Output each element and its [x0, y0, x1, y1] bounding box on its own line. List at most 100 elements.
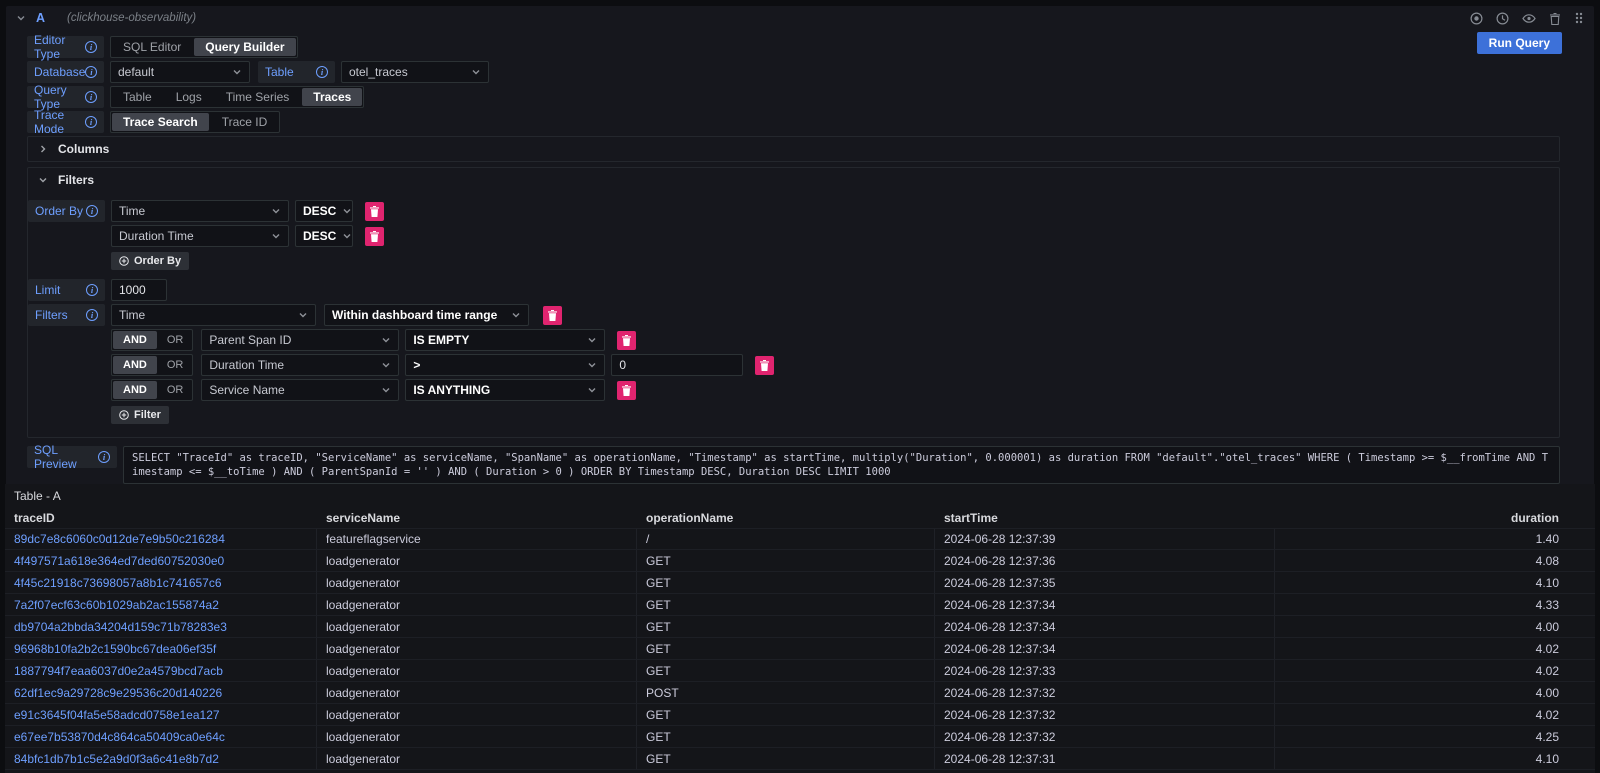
duration-cell: 4.10 — [1275, 572, 1595, 593]
filters-section-header[interactable]: Filters — [28, 168, 1559, 192]
service-name-cell: loadgenerator — [317, 638, 637, 659]
filter-operator-select[interactable]: Within dashboard time range — [324, 304, 529, 326]
trace-id-link[interactable]: e67ee7b53870d4c864ca50409ca0e64c — [14, 730, 225, 744]
trace-id-link[interactable]: 62df1ec9a29728c9e29536c20d140226 — [14, 686, 222, 700]
trace-mode-segmented: Trace SearchTrace ID — [110, 111, 280, 133]
info-icon[interactable]: i — [98, 451, 110, 463]
or-option[interactable]: OR — [158, 355, 193, 375]
collapse-chevron-icon[interactable] — [16, 13, 26, 23]
segment-option[interactable]: Time Series — [214, 87, 302, 107]
query-editor-panel: A (clickhouse-observability) Run Query E… — [6, 6, 1594, 536]
and-option[interactable]: AND — [113, 356, 157, 374]
column-header-duration[interactable]: duration — [1275, 508, 1595, 528]
order-by-field-select[interactable]: Duration Time — [111, 225, 289, 247]
filter-field-select[interactable]: Time — [111, 304, 316, 326]
query-ref-id: A — [36, 11, 45, 25]
order-by-direction-select[interactable]: DESC — [295, 200, 353, 222]
database-select[interactable]: default — [110, 61, 250, 83]
table-body: 89dc7e8c6060c0d12de7e9b50c216284 feature… — [5, 528, 1595, 770]
trace-id-link[interactable]: 4f45c21918c73698057a8b1c741657c6 — [14, 576, 222, 590]
delete-filter-button[interactable] — [543, 306, 562, 325]
condition-field-select[interactable]: Service Name — [201, 379, 399, 401]
chevron-down-icon — [471, 67, 481, 77]
info-icon[interactable]: i — [316, 66, 328, 78]
info-icon[interactable]: i — [85, 66, 97, 78]
trace-id-link[interactable]: 1887794f7eaa6037d0e2a4579bcd7acb — [14, 664, 223, 678]
chevron-down-icon — [381, 335, 391, 345]
trace-id-link[interactable]: 89dc7e8c6060c0d12de7e9b50c216284 — [14, 532, 225, 546]
column-header-startTime[interactable]: startTime — [935, 508, 1275, 528]
and-or-toggle[interactable]: AND OR — [111, 329, 193, 351]
trace-id-cell: 96968b10fa2b2c1590bc67dea06ef35f — [5, 638, 317, 659]
condition-operator-select[interactable]: IS ANYTHING — [405, 379, 605, 401]
trace-id-link[interactable]: 96968b10fa2b2c1590bc67dea06ef35f — [14, 642, 216, 656]
order-by-direction-select[interactable]: DESC — [295, 225, 353, 247]
segment-option[interactable]: Trace Search — [112, 113, 209, 131]
condition-operator-select[interactable]: > — [405, 354, 605, 376]
trace-id-link[interactable]: 7a2f07ecf63c60b1029ab2ac155874a2 — [14, 598, 219, 612]
condition-field-select[interactable]: Parent Span ID — [201, 329, 399, 351]
column-header-serviceName[interactable]: serviceName — [317, 508, 637, 528]
delete-order-by-button[interactable] — [365, 202, 384, 221]
segment-option[interactable]: Query Builder — [194, 38, 295, 56]
and-or-toggle[interactable]: AND OR — [111, 379, 193, 401]
start-time-cell: 2024-06-28 12:37:35 — [935, 572, 1275, 593]
start-time-cell: 2024-06-28 12:37:31 — [935, 748, 1275, 769]
segment-option[interactable]: Logs — [164, 87, 214, 107]
columns-section-header[interactable]: Columns — [28, 137, 1559, 161]
operation-name-cell: GET — [637, 704, 935, 725]
info-icon[interactable]: i — [85, 91, 97, 103]
info-icon[interactable]: i — [86, 284, 98, 296]
and-option[interactable]: AND — [113, 331, 157, 349]
info-icon[interactable]: i — [86, 309, 98, 321]
info-icon[interactable]: i — [85, 41, 97, 53]
add-filter-button[interactable]: Filter — [111, 406, 169, 424]
add-order-by-button[interactable]: Order By — [111, 252, 189, 270]
service-name-cell: loadgenerator — [317, 704, 637, 725]
trace-id-link[interactable]: 4f497571a618e364ed7ded60752030e0 — [14, 554, 224, 568]
table-label: Tablei — [258, 61, 335, 83]
filters-time-row: Filtersi Time Within dashboard time rang… — [28, 304, 1559, 326]
delete-order-by-button[interactable] — [365, 227, 384, 246]
segment-option[interactable]: SQL Editor — [111, 37, 193, 57]
or-option[interactable]: OR — [158, 380, 193, 400]
info-icon[interactable]: i — [85, 116, 97, 128]
trace-id-link[interactable]: e91c3645f04fa5e58adcd0758e1ea127 — [14, 708, 220, 722]
table-row: e91c3645f04fa5e58adcd0758e1ea127 loadgen… — [5, 704, 1595, 726]
column-header-traceID[interactable]: traceID — [5, 508, 317, 528]
filter-condition-row: AND OR Service Name IS ANYTHING — [111, 379, 1559, 401]
condition-operator-select[interactable]: IS EMPTY — [405, 329, 605, 351]
condition-field-select[interactable]: Duration Time — [201, 354, 399, 376]
trace-id-link[interactable]: 84bfc1db7b1c5e2a9d0f3a6c41e8b7d2 — [14, 752, 219, 766]
query-row-header[interactable]: A (clickhouse-observability) — [6, 6, 1594, 30]
table-select[interactable]: otel_traces — [341, 61, 489, 83]
limit-input[interactable] — [111, 279, 167, 301]
trash-icon[interactable] — [1549, 12, 1561, 25]
and-option[interactable]: AND — [113, 381, 157, 399]
segment-option[interactable]: Trace ID — [210, 112, 280, 132]
order-by-field-select[interactable]: Time — [111, 200, 289, 222]
drag-handle-icon[interactable] — [1574, 11, 1584, 25]
info-icon[interactable]: i — [86, 205, 98, 217]
condition-value-input[interactable] — [611, 354, 743, 376]
table-row: e67ee7b53870d4c864ca50409ca0e64c loadgen… — [5, 726, 1595, 748]
eye-icon[interactable] — [1522, 12, 1536, 25]
columns-section: Columns — [27, 136, 1560, 162]
circle-record-icon[interactable] — [1470, 12, 1483, 25]
database-label: Databasei — [27, 61, 104, 83]
segment-option[interactable]: Traces — [302, 88, 362, 106]
chevron-down-icon — [511, 310, 521, 320]
or-option[interactable]: OR — [158, 330, 193, 350]
run-query-button[interactable]: Run Query — [1477, 32, 1562, 54]
segment-option[interactable]: Table — [111, 87, 164, 107]
column-header-operationName[interactable]: operationName — [637, 508, 935, 528]
trace-id-link[interactable]: db9704a2bbda34204d159c71b78283e3 — [14, 620, 227, 634]
delete-condition-button[interactable] — [617, 331, 636, 350]
order-by-rows-rest: Duration Time DESC — [28, 225, 1559, 247]
operation-name-cell: GET — [637, 726, 935, 747]
duration-cell: 4.25 — [1275, 726, 1595, 747]
history-clock-icon[interactable] — [1496, 12, 1509, 25]
and-or-toggle[interactable]: AND OR — [111, 354, 193, 376]
delete-condition-button[interactable] — [617, 381, 636, 400]
delete-condition-button[interactable] — [755, 356, 774, 375]
